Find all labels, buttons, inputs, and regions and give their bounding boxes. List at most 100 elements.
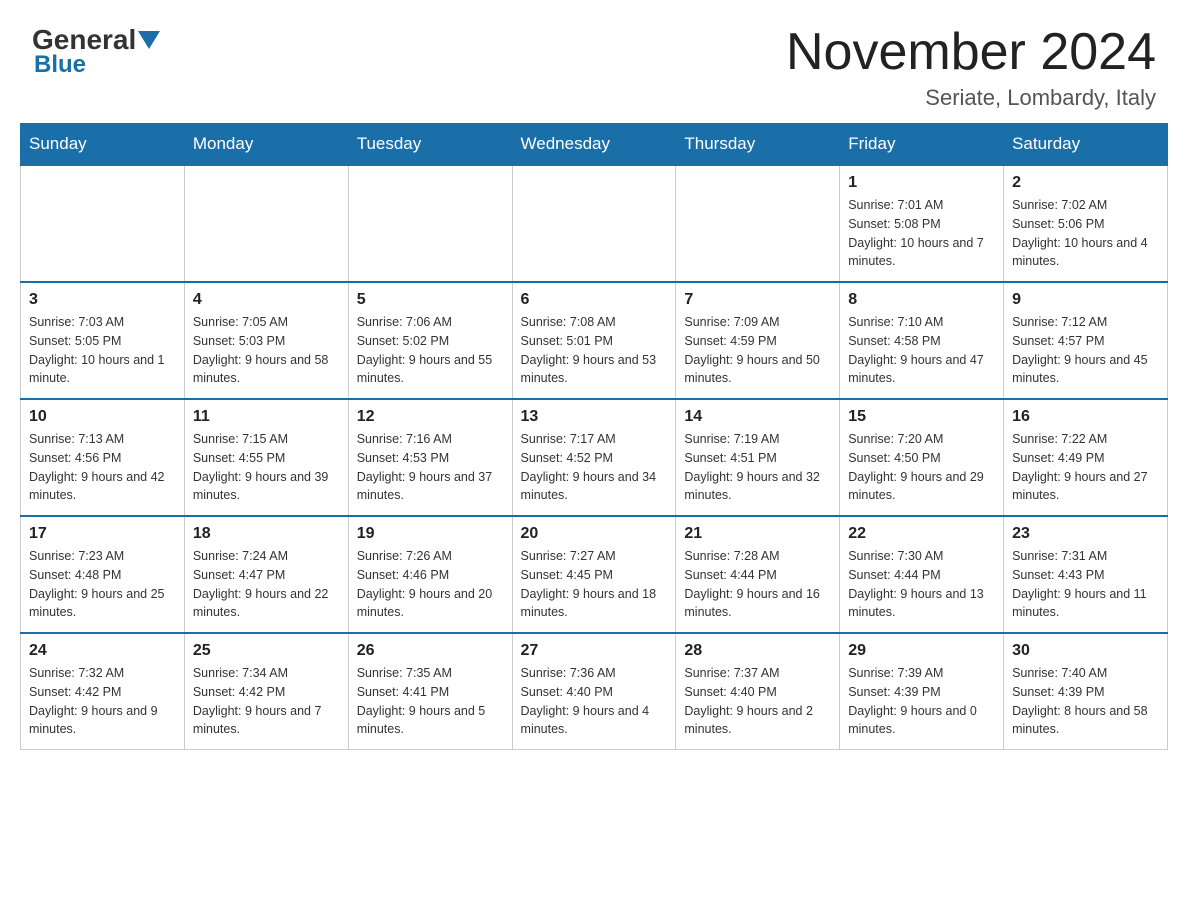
day-cell: 9Sunrise: 7:12 AMSunset: 4:57 PMDaylight… bbox=[1004, 282, 1168, 399]
day-cell: 22 Sunrise: 7:30 AMSunset: 4:44 PMDayligh… bbox=[840, 516, 1004, 633]
day-number: 25 bbox=[193, 642, 340, 660]
day-cell bbox=[676, 165, 840, 282]
day-info: Sunrise: 7:22 AMSunset: 4:49 PMDaylight:… bbox=[1012, 430, 1159, 505]
week-row-5: 24 Sunrise: 7:32 AMSunset: 4:42 PMDayligh… bbox=[21, 633, 1168, 750]
day-number: 1 bbox=[848, 174, 995, 192]
title-area: November 2024 Seriate, Lombardy, Italy bbox=[786, 24, 1156, 111]
day-cell: 20 Sunrise: 7:27 AMSunset: 4:45 PMDayligh… bbox=[512, 516, 676, 633]
day-number: 12 bbox=[357, 408, 504, 426]
calendar-subtitle: Seriate, Lombardy, Italy bbox=[786, 85, 1156, 111]
day-info: Sunrise: 7:05 AMSunset: 5:03 PMDaylight:… bbox=[193, 313, 340, 388]
day-number: 17 bbox=[29, 525, 176, 543]
day-cell: 27 Sunrise: 7:36 AMSunset: 4:40 PMDayligh… bbox=[512, 633, 676, 750]
logo: General Blue bbox=[32, 24, 160, 79]
day-info: Sunrise: 7:36 AMSunset: 4:40 PMDaylight:… bbox=[521, 664, 668, 739]
day-info: Sunrise: 7:24 AMSunset: 4:47 PMDaylight:… bbox=[193, 547, 340, 622]
day-number: 10 bbox=[29, 408, 176, 426]
day-info: Sunrise: 7:23 AMSunset: 4:48 PMDaylight:… bbox=[29, 547, 176, 622]
day-number: 16 bbox=[1012, 408, 1159, 426]
day-number: 3 bbox=[29, 291, 176, 309]
calendar-title: November 2024 bbox=[786, 24, 1156, 81]
day-info: Sunrise: 7:08 AMSunset: 5:01 PMDaylight:… bbox=[521, 313, 668, 388]
day-cell: 5 Sunrise: 7:06 AMSunset: 5:02 PMDaylight… bbox=[348, 282, 512, 399]
day-cell bbox=[21, 165, 185, 282]
day-number: 8 bbox=[848, 291, 995, 309]
day-info: Sunrise: 7:06 AMSunset: 5:02 PMDaylight:… bbox=[357, 313, 504, 388]
day-cell: 23 Sunrise: 7:31 AMSunset: 4:43 PMDayligh… bbox=[1004, 516, 1168, 633]
day-number: 13 bbox=[521, 408, 668, 426]
day-header-thursday: Thursday bbox=[676, 124, 840, 166]
day-number: 14 bbox=[684, 408, 831, 426]
page-header: General Blue November 2024 Seriate, Lomb… bbox=[0, 0, 1188, 123]
day-cell bbox=[184, 165, 348, 282]
day-header-saturday: Saturday bbox=[1004, 124, 1168, 166]
calendar-table: SundayMondayTuesdayWednesdayThursdayFrid… bbox=[20, 123, 1168, 750]
day-cell: 19 Sunrise: 7:26 AMSunset: 4:46 PMDayligh… bbox=[348, 516, 512, 633]
day-info: Sunrise: 7:26 AMSunset: 4:46 PMDaylight:… bbox=[357, 547, 504, 622]
calendar-body: 1 Sunrise: 7:01 AMSunset: 5:08 PMDaylight… bbox=[21, 165, 1168, 750]
day-info: Sunrise: 7:15 AMSunset: 4:55 PMDaylight:… bbox=[193, 430, 340, 505]
day-cell: 6 Sunrise: 7:08 AMSunset: 5:01 PMDaylight… bbox=[512, 282, 676, 399]
day-cell: 24 Sunrise: 7:32 AMSunset: 4:42 PMDayligh… bbox=[21, 633, 185, 750]
day-number: 20 bbox=[521, 525, 668, 543]
day-info: Sunrise: 7:09 AMSunset: 4:59 PMDaylight:… bbox=[684, 313, 831, 388]
day-cell: 13 Sunrise: 7:17 AMSunset: 4:52 PMDayligh… bbox=[512, 399, 676, 516]
day-info: Sunrise: 7:32 AMSunset: 4:42 PMDaylight:… bbox=[29, 664, 176, 739]
week-row-3: 10 Sunrise: 7:13 AMSunset: 4:56 PMDayligh… bbox=[21, 399, 1168, 516]
day-cell: 29 Sunrise: 7:39 AMSunset: 4:39 PMDayligh… bbox=[840, 633, 1004, 750]
day-info: Sunrise: 7:01 AMSunset: 5:08 PMDaylight:… bbox=[848, 196, 995, 271]
day-info: Sunrise: 7:34 AMSunset: 4:42 PMDaylight:… bbox=[193, 664, 340, 739]
day-cell: 25 Sunrise: 7:34 AMSunset: 4:42 PMDayligh… bbox=[184, 633, 348, 750]
day-number: 21 bbox=[684, 525, 831, 543]
day-header-wednesday: Wednesday bbox=[512, 124, 676, 166]
day-cell bbox=[348, 165, 512, 282]
day-info: Sunrise: 7:37 AMSunset: 4:40 PMDaylight:… bbox=[684, 664, 831, 739]
day-info: Sunrise: 7:30 AMSunset: 4:44 PMDaylight:… bbox=[848, 547, 995, 622]
day-cell bbox=[512, 165, 676, 282]
day-info: Sunrise: 7:16 AMSunset: 4:53 PMDaylight:… bbox=[357, 430, 504, 505]
day-cell: 4Sunrise: 7:05 AMSunset: 5:03 PMDaylight… bbox=[184, 282, 348, 399]
day-cell: 18Sunrise: 7:24 AMSunset: 4:47 PMDayligh… bbox=[184, 516, 348, 633]
day-number: 6 bbox=[521, 291, 668, 309]
day-cell: 11 Sunrise: 7:15 AMSunset: 4:55 PMDayligh… bbox=[184, 399, 348, 516]
day-number: 7 bbox=[684, 291, 831, 309]
day-cell: 30Sunrise: 7:40 AMSunset: 4:39 PMDayligh… bbox=[1004, 633, 1168, 750]
day-number: 26 bbox=[357, 642, 504, 660]
day-info: Sunrise: 7:13 AMSunset: 4:56 PMDaylight:… bbox=[29, 430, 176, 505]
day-info: Sunrise: 7:12 AMSunset: 4:57 PMDaylight:… bbox=[1012, 313, 1159, 388]
day-number: 29 bbox=[848, 642, 995, 660]
day-info: Sunrise: 7:10 AMSunset: 4:58 PMDaylight:… bbox=[848, 313, 995, 388]
day-number: 11 bbox=[193, 408, 340, 426]
day-number: 15 bbox=[848, 408, 995, 426]
day-info: Sunrise: 7:20 AMSunset: 4:50 PMDaylight:… bbox=[848, 430, 995, 505]
day-cell: 15 Sunrise: 7:20 AMSunset: 4:50 PMDayligh… bbox=[840, 399, 1004, 516]
week-row-2: 3 Sunrise: 7:03 AMSunset: 5:05 PMDaylight… bbox=[21, 282, 1168, 399]
logo-blue-text: Blue bbox=[34, 51, 160, 79]
day-cell: 26Sunrise: 7:35 AMSunset: 4:41 PMDayligh… bbox=[348, 633, 512, 750]
day-number: 2 bbox=[1012, 174, 1159, 192]
logo-triangle-icon bbox=[138, 31, 160, 49]
day-number: 19 bbox=[357, 525, 504, 543]
day-info: Sunrise: 7:39 AMSunset: 4:39 PMDaylight:… bbox=[848, 664, 995, 739]
day-cell: 2Sunrise: 7:02 AMSunset: 5:06 PMDaylight… bbox=[1004, 165, 1168, 282]
day-cell: 21Sunrise: 7:28 AMSunset: 4:44 PMDayligh… bbox=[676, 516, 840, 633]
week-row-4: 17 Sunrise: 7:23 AMSunset: 4:48 PMDayligh… bbox=[21, 516, 1168, 633]
day-number: 22 bbox=[848, 525, 995, 543]
day-info: Sunrise: 7:17 AMSunset: 4:52 PMDaylight:… bbox=[521, 430, 668, 505]
day-number: 5 bbox=[357, 291, 504, 309]
day-cell: 12 Sunrise: 7:16 AMSunset: 4:53 PMDayligh… bbox=[348, 399, 512, 516]
day-number: 23 bbox=[1012, 525, 1159, 543]
day-info: Sunrise: 7:31 AMSunset: 4:43 PMDaylight:… bbox=[1012, 547, 1159, 622]
day-number: 28 bbox=[684, 642, 831, 660]
day-info: Sunrise: 7:19 AMSunset: 4:51 PMDaylight:… bbox=[684, 430, 831, 505]
day-info: Sunrise: 7:27 AMSunset: 4:45 PMDaylight:… bbox=[521, 547, 668, 622]
day-number: 30 bbox=[1012, 642, 1159, 660]
day-number: 24 bbox=[29, 642, 176, 660]
day-cell: 1 Sunrise: 7:01 AMSunset: 5:08 PMDaylight… bbox=[840, 165, 1004, 282]
day-header-sunday: Sunday bbox=[21, 124, 185, 166]
day-info: Sunrise: 7:03 AMSunset: 5:05 PMDaylight:… bbox=[29, 313, 176, 388]
day-cell: 14 Sunrise: 7:19 AMSunset: 4:51 PMDayligh… bbox=[676, 399, 840, 516]
day-header-tuesday: Tuesday bbox=[348, 124, 512, 166]
day-number: 27 bbox=[521, 642, 668, 660]
day-header-monday: Monday bbox=[184, 124, 348, 166]
